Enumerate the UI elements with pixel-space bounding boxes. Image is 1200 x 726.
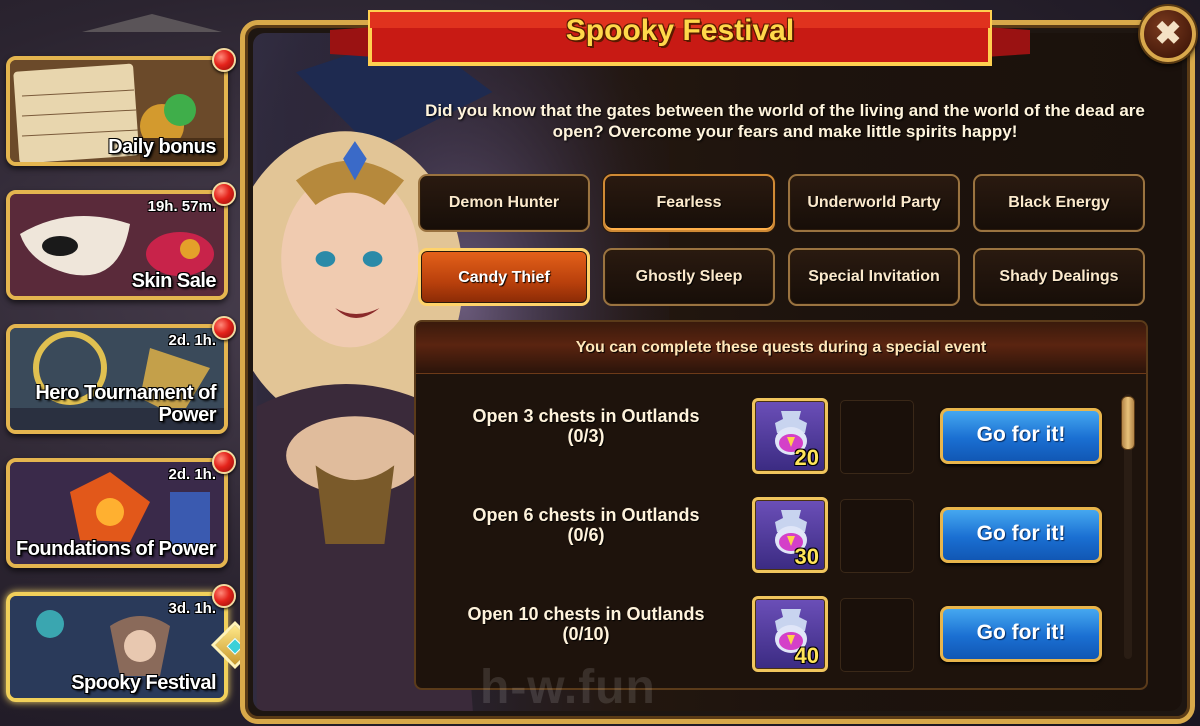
watermark: h-w.fun [480,661,656,714]
quest-title: Open 6 chests in Outlands [472,505,700,525]
tab-ghostly-sleep[interactable]: Ghostly Sleep [603,248,775,306]
tab-underworld-party[interactable]: Underworld Party [788,174,960,232]
event-timer: 3d. 1h. [168,600,216,617]
event-label: Hero Tournament of Power [35,382,216,426]
reward-item[interactable]: 40 [752,596,828,672]
reward-item[interactable]: 20 [752,398,828,474]
notification-badge [212,48,236,72]
close-button[interactable]: ✖ [1140,6,1196,62]
event-description: Did you know that the gates between the … [425,101,1145,141]
go-for-it-button[interactable]: Go for it! [940,606,1102,662]
empty-reward-slot [840,499,914,573]
reward-item[interactable]: 30 [752,497,828,573]
event-tile-daily-bonus[interactable]: Daily bonus [6,56,228,166]
empty-reward-slot [840,598,914,672]
notification-badge [212,182,236,206]
event-timer: 2d. 1h. [168,332,216,349]
event-timer: 19h. 57m. [147,198,216,215]
quest-text: Open 3 chests in Outlands (0/3) [456,406,716,446]
reward-quantity: 20 [794,445,819,470]
tab-black-energy[interactable]: Black Energy [973,174,1145,232]
event-label: Foundations of Power [16,538,217,560]
reward-quantity: 30 [794,544,819,569]
quest-list: You can complete these quests during a s… [414,320,1148,690]
event-tile-spooky-festival[interactable]: 3d. 1h. Spooky Festival [6,592,228,702]
quest-row: Open 6 chests in Outlands (0/6) 30 Go fo… [416,497,1116,577]
tab-shady-dealings[interactable]: Shady Dealings [973,248,1145,306]
quest-title: Open 10 chests in Outlands [467,604,705,624]
event-timer: 2d. 1h. [168,466,216,483]
notification-badge [212,450,236,474]
quest-title: Open 3 chests in Outlands [472,406,700,426]
quest-text: Open 10 chests in Outlands (0/10) [456,604,716,644]
quest-text: Open 6 chests in Outlands (0/6) [456,505,716,545]
event-tile-hero-tournament[interactable]: 2d. 1h. Hero Tournament of Power [6,324,228,434]
panel-title: Spooky Festival [565,14,795,47]
sidebar-scroll-up-arrow[interactable] [82,14,222,32]
event-label: Spooky Festival [71,672,216,694]
quest-progress: (0/10) [562,624,610,644]
go-for-it-button[interactable]: Go for it! [940,507,1102,563]
empty-reward-slot [840,400,914,474]
go-for-it-button[interactable]: Go for it! [940,408,1102,464]
quest-progress: (0/6) [567,525,605,545]
event-tile-skin-sale[interactable]: 19h. 57m. Skin Sale [6,190,228,300]
event-label: Daily bonus [108,136,216,158]
tab-special-invitation[interactable]: Special Invitation [788,248,960,306]
tab-candy-thief[interactable]: Candy Thief [418,248,590,306]
tab-demon-hunter[interactable]: Demon Hunter [418,174,590,232]
reward-quantity: 40 [794,643,819,668]
notification-badge [212,584,236,608]
quest-list-header: You can complete these quests during a s… [416,322,1146,374]
event-tile-foundations-of-power[interactable]: 2d. 1h. Foundations of Power [6,458,228,568]
quest-row: Open 3 chests in Outlands (0/3) 20 Go fo… [416,398,1116,478]
close-icon: ✖ [1154,15,1182,51]
event-label: Skin Sale [131,270,217,292]
tab-fearless[interactable]: Fearless [603,174,775,232]
quest-scrollbar-thumb[interactable] [1121,396,1135,450]
game-screen: Daily bonus 19h. 57m. Skin Sale 2d. 1h. … [0,0,1200,726]
notification-badge [212,316,236,340]
quest-progress: (0/3) [567,426,605,446]
